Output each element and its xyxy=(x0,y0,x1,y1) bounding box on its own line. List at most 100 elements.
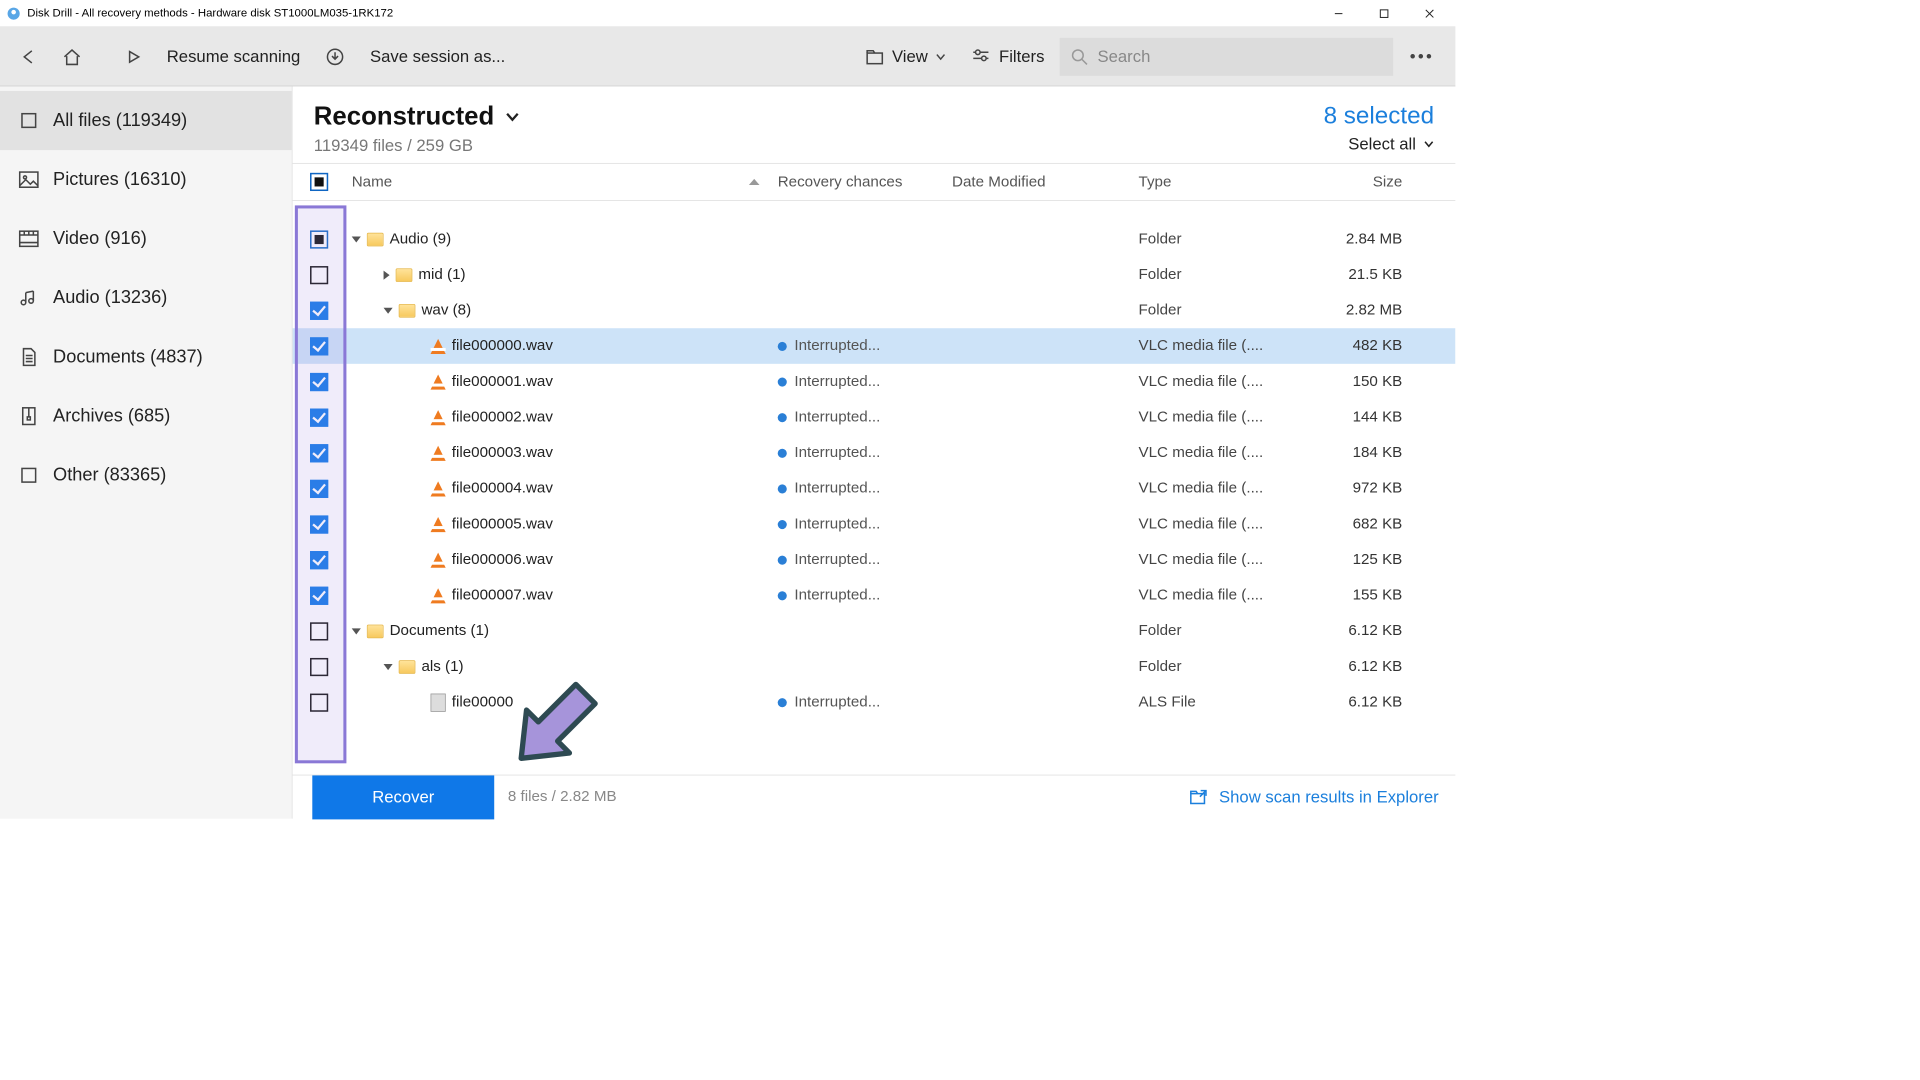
recover-summary: 8 files / 2.82 MB xyxy=(508,788,617,805)
status-dot-icon xyxy=(778,698,787,707)
home-button[interactable] xyxy=(53,39,91,74)
resume-icon[interactable] xyxy=(117,41,150,71)
table-row[interactable]: file000000.wavInterrupted...VLC media fi… xyxy=(293,328,1456,364)
save-session-icon[interactable] xyxy=(317,40,353,73)
folder-icon xyxy=(399,304,416,318)
row-checkbox[interactable] xyxy=(310,551,328,569)
table-row[interactable]: mid (1)Folder21.5 KB xyxy=(293,257,1456,293)
search-placeholder: Search xyxy=(1098,47,1151,67)
archives-icon xyxy=(18,406,39,427)
sidebar-item-audio[interactable]: Audio (13236) xyxy=(0,268,292,327)
search-icon xyxy=(1070,47,1088,65)
file-size: 184 KB xyxy=(1293,444,1422,461)
file-size: 972 KB xyxy=(1293,480,1422,497)
status-dot-icon xyxy=(778,591,787,600)
window-title: Disk Drill - All recovery methods - Hard… xyxy=(27,7,1316,20)
column-name[interactable]: Name xyxy=(346,173,778,190)
back-button[interactable] xyxy=(11,40,47,73)
row-checkbox[interactable] xyxy=(310,408,328,426)
row-checkbox[interactable] xyxy=(310,301,328,319)
chevron-down-icon xyxy=(935,51,946,62)
file-name: file000002.wav xyxy=(452,409,553,426)
recovery-status: Interrupted... xyxy=(794,373,880,390)
column-size[interactable]: Size xyxy=(1293,173,1422,190)
header-checkbox[interactable] xyxy=(293,173,346,191)
expand-toggle[interactable] xyxy=(352,236,361,242)
status-dot-icon xyxy=(778,448,787,457)
view-label: View xyxy=(892,47,928,67)
row-checkbox[interactable] xyxy=(310,586,328,604)
table-row[interactable]: file000006.wavInterrupted...VLC media fi… xyxy=(293,542,1456,578)
column-recovery[interactable]: Recovery chances xyxy=(778,173,952,190)
row-checkbox[interactable] xyxy=(310,658,328,676)
file-size: 2.84 MB xyxy=(1293,230,1422,247)
sort-indicator-icon xyxy=(749,179,760,185)
table-row[interactable]: file000005.wavInterrupted...VLC media fi… xyxy=(293,506,1456,542)
open-folder-icon xyxy=(1189,787,1209,807)
table-row[interactable]: file000001.wavInterrupted...VLC media fi… xyxy=(293,364,1456,400)
sidebar-item-video[interactable]: Video (916) xyxy=(0,209,292,268)
sidebar-item-other[interactable]: Other (83365) xyxy=(0,446,292,505)
resume-button[interactable]: Resume scanning xyxy=(156,41,311,73)
sidebar-item-label: Video (916) xyxy=(53,228,147,249)
status-dot-icon xyxy=(778,377,787,386)
file-type: Folder xyxy=(1139,658,1294,675)
more-button[interactable]: ••• xyxy=(1399,41,1445,73)
column-type[interactable]: Type xyxy=(1139,173,1294,190)
row-checkbox[interactable] xyxy=(310,337,328,355)
status-dot-icon xyxy=(778,484,787,493)
sidebar-item-pictures[interactable]: Pictures (16310) xyxy=(0,150,292,209)
sidebar-item-files[interactable]: All files (119349) xyxy=(0,91,292,150)
vlc-icon xyxy=(431,338,446,353)
select-all-button[interactable]: Select all xyxy=(1324,134,1435,154)
expand-toggle[interactable] xyxy=(352,628,361,634)
minimize-button[interactable] xyxy=(1316,0,1361,27)
row-checkbox[interactable] xyxy=(310,266,328,284)
table-row[interactable]: Documents (1)Folder6.12 KB xyxy=(293,613,1456,649)
row-checkbox[interactable] xyxy=(310,444,328,462)
expand-toggle[interactable] xyxy=(384,270,390,279)
maximize-button[interactable] xyxy=(1361,0,1406,27)
file-size: 21.5 KB xyxy=(1293,266,1422,283)
content-pane: Reconstructed 119349 files / 259 GB 8 se… xyxy=(293,86,1456,818)
view-selector[interactable]: Reconstructed xyxy=(314,102,1324,132)
row-checkbox[interactable] xyxy=(310,479,328,497)
column-date[interactable]: Date Modified xyxy=(952,173,1138,190)
table-row[interactable]: file000003.wavInterrupted...VLC media fi… xyxy=(293,435,1456,471)
recovery-status: Interrupted... xyxy=(794,587,880,604)
toolbar: Resume scanning Save session as... View … xyxy=(0,27,1455,86)
file-name: Audio (9) xyxy=(390,230,452,247)
table-row[interactable]: als (1)Folder6.12 KB xyxy=(293,649,1456,685)
row-checkbox[interactable] xyxy=(310,515,328,533)
row-checkbox[interactable] xyxy=(310,373,328,391)
file-size: 6.12 KB xyxy=(1293,658,1422,675)
recover-button[interactable]: Recover xyxy=(312,775,494,819)
app-icon xyxy=(6,6,21,21)
table-row[interactable]: file000004.wavInterrupted...VLC media fi… xyxy=(293,471,1456,507)
row-checkbox[interactable] xyxy=(310,622,328,640)
save-session-button[interactable]: Save session as... xyxy=(359,41,516,73)
file-name: Documents (1) xyxy=(390,622,489,639)
table-row[interactable]: file000007.wavInterrupted...VLC media fi… xyxy=(293,578,1456,614)
filters-button[interactable]: Filters xyxy=(961,40,1053,73)
files-icon xyxy=(18,110,39,131)
close-button[interactable] xyxy=(1407,0,1452,27)
sidebar-item-label: Other (83365) xyxy=(53,465,166,486)
expand-toggle[interactable] xyxy=(384,664,393,670)
table-row[interactable]: wav (8)Folder2.82 MB xyxy=(293,293,1456,329)
row-checkbox[interactable] xyxy=(310,693,328,711)
table-row[interactable]: Audio (9)Folder2.84 MB xyxy=(293,221,1456,257)
show-in-explorer-link[interactable]: Show scan results in Explorer xyxy=(1189,787,1439,807)
file-size: 482 KB xyxy=(1293,337,1422,354)
vlc-icon xyxy=(431,517,446,532)
search-input[interactable]: Search xyxy=(1060,38,1394,76)
sidebar-item-label: Documents (4837) xyxy=(53,346,203,367)
sidebar-item-archives[interactable]: Archives (685) xyxy=(0,387,292,446)
table-row[interactable]: file000002.wavInterrupted...VLC media fi… xyxy=(293,399,1456,435)
row-checkbox[interactable] xyxy=(310,230,328,248)
sidebar-item-documents[interactable]: Documents (4837) xyxy=(0,327,292,386)
table-row[interactable]: file00000Interrupted...ALS File6.12 KB xyxy=(293,684,1456,720)
view-dropdown[interactable]: View xyxy=(856,41,956,73)
expand-toggle[interactable] xyxy=(384,307,393,313)
folder-icon xyxy=(396,268,413,282)
